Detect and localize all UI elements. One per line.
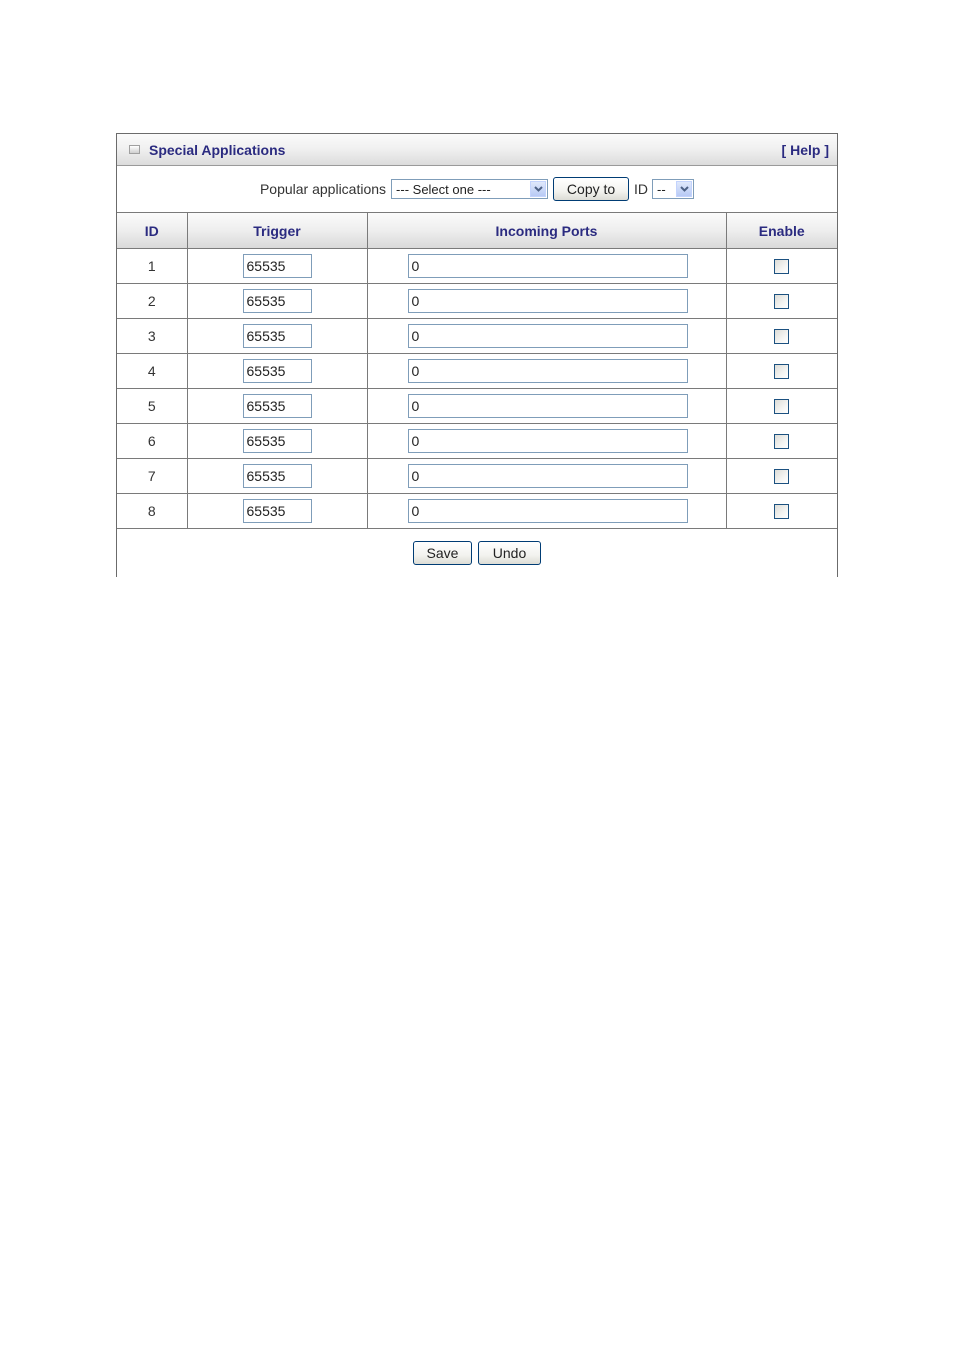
enable-checkbox[interactable]: [774, 434, 790, 450]
trigger-input[interactable]: [242, 359, 312, 383]
panel-title-bar: Special Applications [ Help ]: [117, 134, 837, 166]
popular-applications-label: Popular applications: [259, 181, 387, 197]
incoming-ports-cell: [367, 458, 727, 494]
incoming-ports-input[interactable]: [407, 429, 688, 453]
trigger-cell: [187, 423, 368, 459]
table-row: 1: [117, 248, 837, 284]
popular-applications-select-value: --- Select one ---: [396, 181, 491, 197]
enable-checkbox[interactable]: [774, 329, 790, 345]
incoming-ports-cell: [367, 318, 727, 354]
help-link[interactable]: [ Help ]: [782, 142, 829, 158]
id-select-value: --: [657, 181, 666, 197]
enable-cell: [726, 458, 837, 494]
incoming-ports-input[interactable]: [407, 464, 688, 488]
id-label: ID: [634, 181, 649, 197]
row-id: 7: [117, 458, 188, 494]
incoming-ports-cell: [367, 388, 727, 424]
trigger-input[interactable]: [242, 254, 312, 278]
row-id: 5: [117, 388, 188, 424]
incoming-ports-input[interactable]: [407, 359, 688, 383]
table-header-row: ID Trigger Incoming Ports Enable: [117, 213, 837, 249]
enable-checkbox[interactable]: [774, 364, 790, 380]
chevron-down-icon[interactable]: [530, 181, 547, 197]
incoming-ports-input[interactable]: [407, 394, 688, 418]
incoming-ports-cell: [367, 493, 727, 529]
trigger-cell: [187, 458, 368, 494]
trigger-cell: [187, 283, 368, 319]
save-button[interactable]: Save: [413, 541, 472, 565]
row-id: 4: [117, 353, 188, 389]
enable-cell: [726, 388, 837, 424]
table-row: 4: [117, 353, 837, 389]
header-trigger: Trigger: [187, 213, 368, 249]
row-id: 2: [117, 283, 188, 319]
table-row: 2: [117, 283, 837, 319]
enable-checkbox[interactable]: [774, 294, 790, 310]
enable-cell: [726, 493, 837, 529]
enable-cell: [726, 423, 837, 459]
chevron-down-icon[interactable]: [676, 181, 693, 197]
popular-applications-row: Popular applications --- Select one --- …: [117, 166, 837, 213]
copy-to-button[interactable]: Copy to: [553, 177, 630, 201]
square-bullet-icon: [129, 145, 140, 154]
special-applications-panel: Special Applications [ Help ] Popular ap…: [116, 133, 838, 577]
table-row: 8: [117, 493, 837, 529]
enable-checkbox[interactable]: [774, 469, 790, 485]
trigger-cell: [187, 493, 368, 529]
special-applications-table: ID Trigger Incoming Ports Enable 1234567…: [117, 213, 837, 529]
trigger-input[interactable]: [242, 289, 312, 313]
panel-title-group: Special Applications: [129, 142, 285, 158]
trigger-cell: [187, 388, 368, 424]
header-id: ID: [117, 213, 188, 249]
incoming-ports-cell: [367, 423, 727, 459]
incoming-ports-input[interactable]: [407, 289, 688, 313]
table-row: 5: [117, 388, 837, 424]
table-row: 7: [117, 458, 837, 494]
trigger-input[interactable]: [242, 324, 312, 348]
header-incoming-ports: Incoming Ports: [367, 213, 727, 249]
trigger-input[interactable]: [242, 464, 312, 488]
incoming-ports-cell: [367, 353, 727, 389]
enable-cell: [726, 283, 837, 319]
id-select[interactable]: --: [652, 179, 695, 199]
enable-checkbox[interactable]: [774, 399, 790, 415]
row-id: 8: [117, 493, 188, 529]
row-id: 6: [117, 423, 188, 459]
table-row: 3: [117, 318, 837, 354]
popular-applications-select[interactable]: --- Select one ---: [391, 179, 549, 199]
enable-checkbox[interactable]: [774, 504, 790, 520]
incoming-ports-input[interactable]: [407, 254, 688, 278]
row-id: 3: [117, 318, 188, 354]
incoming-ports-cell: [367, 248, 727, 284]
enable-cell: [726, 353, 837, 389]
trigger-cell: [187, 318, 368, 354]
trigger-cell: [187, 353, 368, 389]
trigger-cell: [187, 248, 368, 284]
incoming-ports-input[interactable]: [407, 324, 688, 348]
enable-checkbox[interactable]: [774, 259, 790, 275]
panel-title: Special Applications: [149, 141, 286, 158]
header-enable: Enable: [726, 213, 837, 249]
trigger-input[interactable]: [242, 429, 312, 453]
trigger-input[interactable]: [242, 499, 312, 523]
incoming-ports-cell: [367, 283, 727, 319]
row-id: 1: [117, 248, 188, 284]
enable-cell: [726, 248, 837, 284]
trigger-input[interactable]: [242, 394, 312, 418]
table-row: 6: [117, 423, 837, 459]
undo-button[interactable]: Undo: [478, 541, 541, 565]
incoming-ports-input[interactable]: [407, 499, 688, 523]
enable-cell: [726, 318, 837, 354]
form-actions: Save Undo: [117, 529, 837, 577]
